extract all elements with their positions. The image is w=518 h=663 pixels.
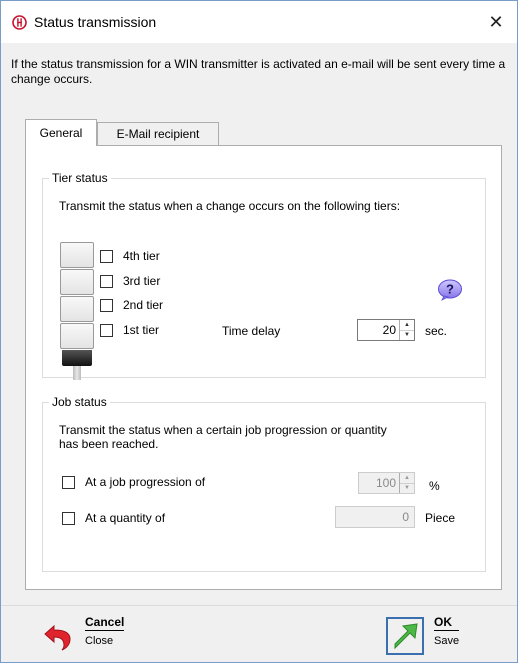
quantity-row: At a quantity of	[62, 511, 165, 525]
cancel-button[interactable]: Cancel Close	[39, 615, 125, 659]
undo-arrow-icon	[39, 619, 75, 655]
job-progression-label: At a job progression of	[85, 475, 206, 489]
close-icon[interactable]: ✕	[475, 1, 517, 43]
time-delay-label: Time delay	[222, 324, 281, 338]
time-delay-arrows: ▲ ▼	[399, 320, 414, 340]
tier-3-row: 3rd tier	[100, 274, 160, 288]
tier-status-description: Transmit the status when a change occurs…	[59, 199, 401, 213]
tier-status-title: Tier status	[49, 171, 111, 185]
spin-down-icon[interactable]: ▼	[400, 484, 414, 494]
window-title: Status transmission	[34, 14, 157, 30]
cancel-label: Cancel	[85, 615, 125, 631]
quantity-checkbox[interactable]	[62, 511, 75, 525]
ok-arrow-icon	[386, 617, 424, 655]
question-bubble-icon[interactable]: ?	[437, 279, 463, 301]
tower-foot	[73, 366, 81, 380]
tier-1-label: 1st tier	[123, 323, 160, 337]
tower-segment-1	[60, 323, 94, 349]
title-bar: Status transmission ✕	[1, 1, 517, 43]
tower-base	[62, 350, 92, 366]
tower-segment-2	[60, 296, 94, 322]
ok-button[interactable]: OK Save	[386, 615, 460, 659]
tab-general[interactable]: General	[25, 119, 97, 146]
spin-up-icon[interactable]: ▲	[400, 320, 414, 331]
quantity-label: At a quantity of	[85, 511, 166, 525]
tier-3-label: 3rd tier	[123, 274, 161, 288]
tier-4-checkbox[interactable]	[100, 249, 113, 263]
tier-4-row: 4th tier	[100, 249, 160, 263]
job-progression-stepper[interactable]: 100 ▲ ▼	[358, 472, 415, 494]
cancel-sub-label: Close	[85, 635, 114, 647]
tier-2-label: 2nd tier	[123, 298, 164, 312]
job-progression-value[interactable]: 100	[359, 473, 399, 493]
spin-up-icon[interactable]: ▲	[400, 473, 414, 484]
time-delay-unit: sec.	[425, 324, 448, 338]
signal-tower-image	[60, 242, 94, 380]
ok-label: OK	[434, 615, 460, 631]
job-status-description: Transmit the status when a certain job p…	[59, 423, 387, 451]
svg-text:?: ?	[446, 282, 454, 297]
time-delay-value[interactable]: 20	[358, 320, 399, 340]
job-progression-checkbox[interactable]	[62, 475, 75, 489]
ok-sub-label: Save	[434, 635, 460, 647]
traffic-light-app-icon	[12, 15, 27, 30]
status-transmission-dialog: Status transmission ✕ If the status tran…	[0, 0, 518, 663]
tier-4-label: 4th tier	[123, 249, 160, 263]
tier-2-row: 2nd tier	[100, 298, 163, 312]
quantity-unit: Piece	[425, 511, 456, 525]
spin-down-icon[interactable]: ▼	[400, 331, 414, 341]
quantity-input[interactable]: 0	[335, 506, 415, 528]
tower-segment-3	[60, 269, 94, 295]
job-progression-arrows: ▲ ▼	[399, 473, 414, 493]
time-delay-stepper[interactable]: 20 ▲ ▼	[357, 319, 415, 341]
job-status-title: Job status	[49, 395, 110, 409]
job-progression-unit: %	[429, 479, 440, 493]
tier-1-row: 1st tier	[100, 323, 159, 337]
tier-1-checkbox[interactable]	[100, 323, 113, 337]
tab-email-recipient[interactable]: E-Mail recipient	[97, 122, 219, 145]
tier-3-checkbox[interactable]	[100, 274, 113, 288]
job-progression-row: At a job progression of	[62, 475, 205, 489]
tower-segment-4	[60, 242, 94, 268]
footer-divider	[1, 605, 517, 606]
info-text: If the status transmission for a WIN tra…	[11, 57, 506, 86]
tier-2-checkbox[interactable]	[100, 298, 113, 312]
